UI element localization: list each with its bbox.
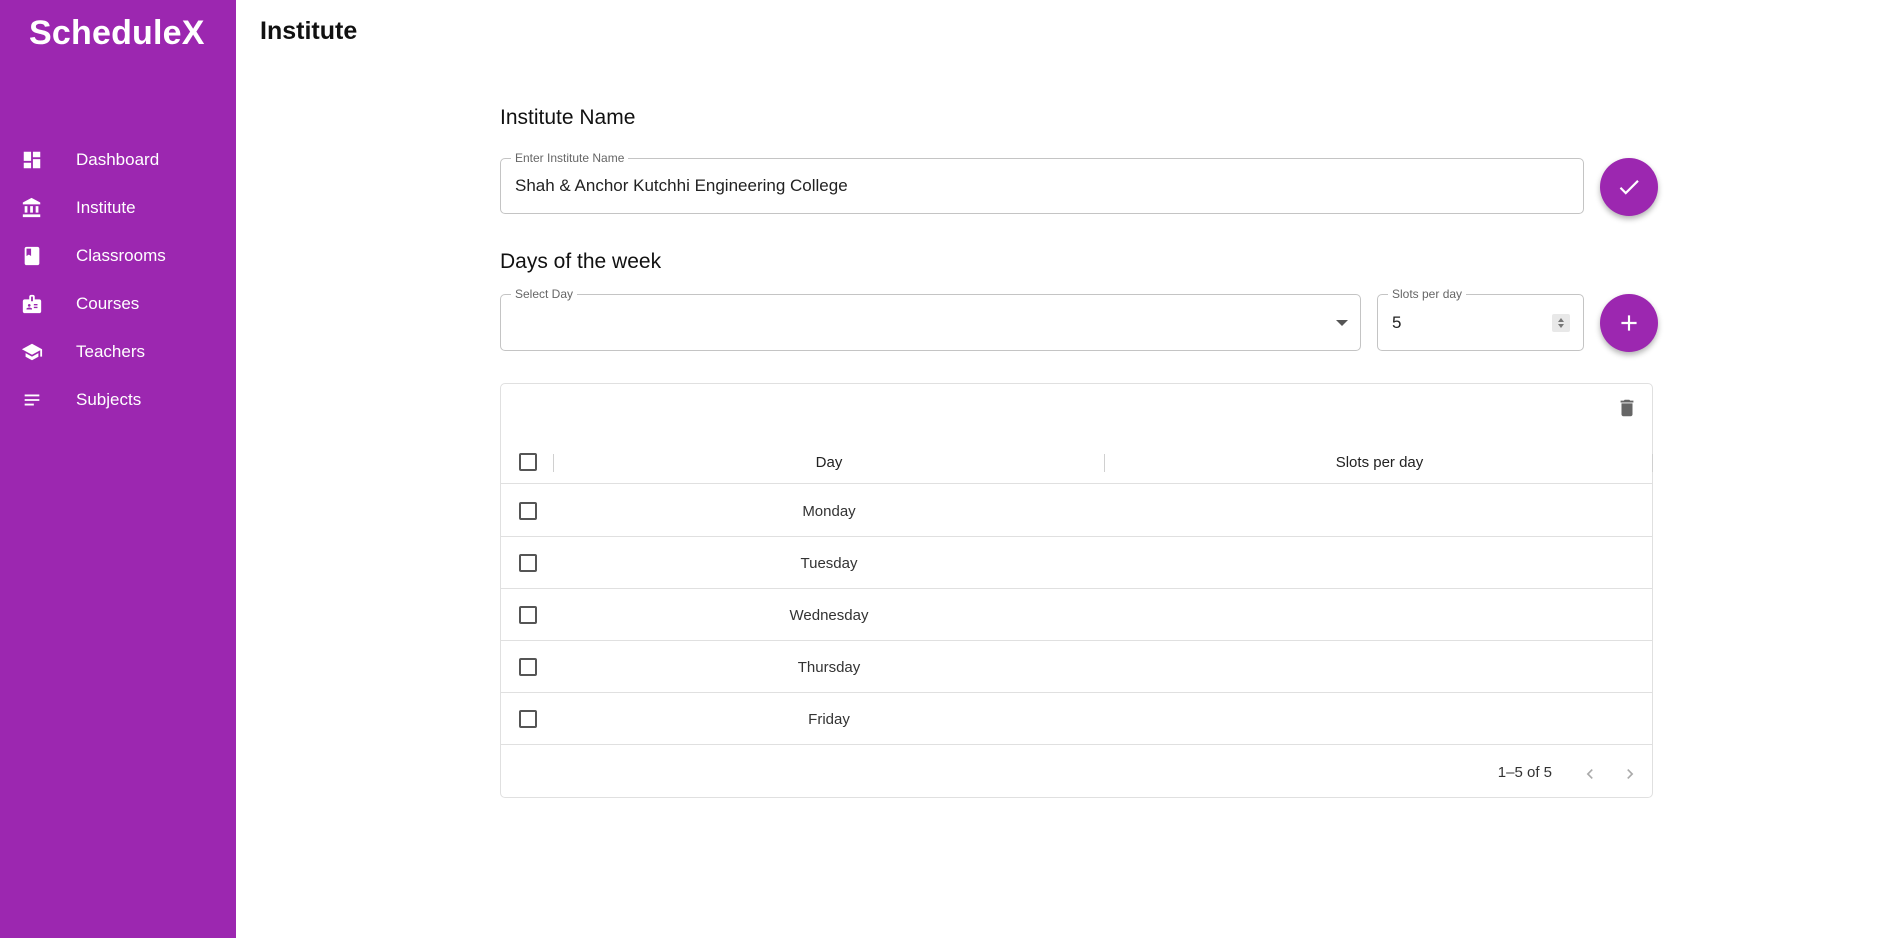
check-icon <box>1619 180 1639 195</box>
cell-day: Thursday <box>797 658 861 676</box>
cell-slots <box>1105 485 1654 537</box>
column-header-slots[interactable]: Slots per day <box>1105 440 1654 484</box>
select-day-dropdown[interactable]: Select Day <box>500 287 1361 351</box>
pagination-label: 1–5 of 5 <box>1497 764 1552 781</box>
cell-slots <box>1105 693 1654 745</box>
sidebar-nav: Dashboard Institute Classrooms Courses T… <box>0 136 236 424</box>
cell-day: Friday <box>808 710 850 728</box>
table-row[interactable]: Friday <box>501 693 1652 745</box>
row-checkbox[interactable] <box>519 606 537 624</box>
chevron-left-icon <box>1586 769 1593 779</box>
select-all-checkbox[interactable] <box>519 453 537 471</box>
sidebar-item-label: Subjects <box>76 390 142 409</box>
table-row[interactable]: Tuesday <box>501 537 1652 589</box>
chevron-down-icon <box>1336 319 1348 326</box>
institute-name-field[interactable]: Enter Institute Name Shah & Anchor Kutch… <box>500 151 1584 214</box>
days-table: Day Slots per day Monday Tuesday Wednesd… <box>500 383 1653 798</box>
next-page-button[interactable] <box>1618 762 1642 786</box>
institute-section-title: Institute Name <box>500 106 636 129</box>
sidebar-item-dashboard[interactable]: Dashboard <box>0 136 236 184</box>
table-row[interactable]: Wednesday <box>501 589 1652 641</box>
sidebar-item-label: Classrooms <box>76 246 166 265</box>
trash-icon <box>1620 399 1634 417</box>
delete-button[interactable] <box>1616 396 1638 420</box>
app-logo: ScheduleX <box>29 14 205 52</box>
table-row[interactable]: Thursday <box>501 641 1652 693</box>
row-checkbox[interactable] <box>519 710 537 728</box>
chevron-right-icon <box>1627 769 1634 779</box>
sidebar-item-courses[interactable]: Courses <box>0 280 236 328</box>
cell-day: Wednesday <box>789 606 869 624</box>
row-checkbox[interactable] <box>519 554 537 572</box>
sidebar-item-subjects[interactable]: Subjects <box>0 376 236 424</box>
sidebar-item-label: Dashboard <box>76 150 160 169</box>
save-institute-button[interactable] <box>1600 158 1658 216</box>
previous-page-button[interactable] <box>1578 762 1602 786</box>
row-checkbox[interactable] <box>519 502 537 520</box>
select-day-label: Select Day <box>511 287 578 301</box>
sidebar-item-institute[interactable]: Institute <box>0 184 236 232</box>
list-icon <box>21 389 43 411</box>
stepper-icon[interactable] <box>1552 314 1570 332</box>
cell-slots <box>1105 641 1654 693</box>
cell-day: Tuesday <box>800 554 858 572</box>
page-title: Institute <box>260 17 358 45</box>
sidebar: ScheduleX Dashboard Institute Classrooms… <box>0 0 236 938</box>
sidebar-item-label: Teachers <box>76 342 145 361</box>
school-icon <box>21 341 43 363</box>
column-separator[interactable] <box>1652 454 1653 472</box>
sidebar-item-classrooms[interactable]: Classrooms <box>0 232 236 280</box>
column-header-day[interactable]: Day <box>554 440 1104 484</box>
slots-per-day-value[interactable]: 5 <box>1392 295 1401 350</box>
table-header: Day Slots per day <box>501 440 1654 484</box>
badge-icon <box>21 293 43 315</box>
dashboard-icon <box>21 149 43 171</box>
cell-day: Monday <box>802 502 856 520</box>
row-checkbox[interactable] <box>519 658 537 676</box>
sidebar-item-label: Institute <box>76 198 136 217</box>
add-day-button[interactable] <box>1600 294 1658 352</box>
cell-slots <box>1105 537 1654 589</box>
institute-name-value[interactable]: Shah & Anchor Kutchhi Engineering Colleg… <box>515 159 848 213</box>
cell-slots <box>1105 589 1654 641</box>
sidebar-item-label: Courses <box>76 294 140 313</box>
institute-icon <box>21 197 43 219</box>
days-section-title: Days of the week <box>500 250 662 273</box>
book-icon <box>21 245 43 267</box>
slots-per-day-input[interactable]: Slots per day 5 <box>1377 287 1584 351</box>
plus-icon <box>1621 315 1637 331</box>
sidebar-item-teachers[interactable]: Teachers <box>0 328 236 376</box>
table-row[interactable]: Monday <box>501 485 1652 537</box>
